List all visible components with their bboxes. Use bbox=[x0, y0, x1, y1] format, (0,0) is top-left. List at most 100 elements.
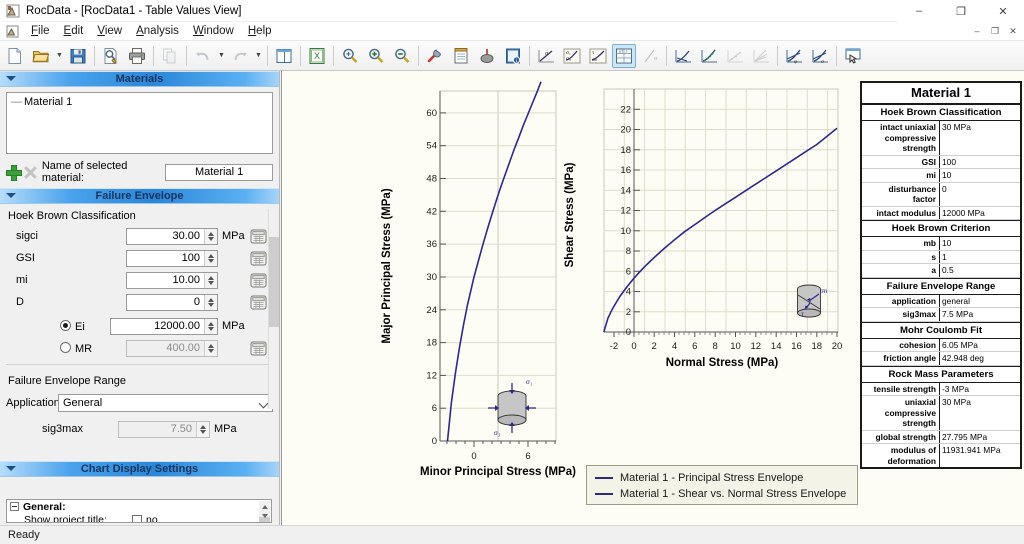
failure-envelope-panel-header[interactable]: Failure Envelope bbox=[0, 188, 279, 204]
ei-radio[interactable] bbox=[60, 319, 71, 331]
svg-text:14: 14 bbox=[771, 341, 782, 352]
application-select[interactable]: General bbox=[58, 394, 273, 412]
sig3max-spinner[interactable] bbox=[196, 421, 209, 437]
weight-icon[interactable] bbox=[475, 44, 499, 68]
mr-radio-wrap[interactable]: MR bbox=[8, 341, 126, 355]
field-sig3max: sig3max 7.50 MPa bbox=[0, 419, 279, 439]
linear-fit-icon[interactable] bbox=[749, 44, 773, 68]
copy-icon[interactable] bbox=[158, 44, 182, 68]
mdi-restore-button[interactable]: ❐ bbox=[986, 23, 1004, 39]
svg-text:12: 12 bbox=[751, 341, 762, 352]
ei-spinner[interactable] bbox=[204, 318, 217, 334]
zoom-out-icon[interactable] bbox=[390, 44, 414, 68]
tree-item-material-1[interactable]: — Material 1 bbox=[11, 96, 268, 108]
open-folder-dropdown-icon[interactable]: ▼ bbox=[54, 44, 65, 68]
d-calculator-icon[interactable] bbox=[250, 295, 267, 310]
new-file-icon[interactable] bbox=[3, 44, 27, 68]
gsi-spinner[interactable] bbox=[204, 250, 217, 266]
row-key: tensile strength bbox=[862, 382, 940, 395]
settings-group-general[interactable]: General: bbox=[7, 500, 271, 513]
menu-window[interactable]: Window bbox=[186, 24, 241, 38]
tangent-phi-icon[interactable]: φ bbox=[782, 44, 806, 68]
mi-calculator-icon[interactable] bbox=[250, 273, 267, 288]
project-settings-icon[interactable] bbox=[423, 44, 447, 68]
mdi-close-button[interactable]: ✕ bbox=[1004, 23, 1022, 39]
mi-spinner[interactable] bbox=[204, 272, 217, 288]
scroll-down-arrow-icon[interactable] bbox=[259, 510, 270, 521]
svg-text:σ₃: σ₃ bbox=[494, 428, 501, 437]
material-name-input[interactable]: Material 1 bbox=[165, 163, 273, 181]
sigma-plot-icon[interactable]: σ bbox=[534, 44, 558, 68]
menu-analysis[interactable]: Analysis bbox=[129, 24, 186, 38]
collapse-caret-icon[interactable] bbox=[6, 466, 16, 471]
excel-export-icon[interactable]: X bbox=[305, 44, 329, 68]
undo-icon[interactable] bbox=[191, 44, 215, 68]
ei-input[interactable]: 12000.00 bbox=[110, 317, 218, 335]
mr-calculator-icon[interactable] bbox=[250, 341, 267, 356]
scrollbar-thumb[interactable] bbox=[269, 237, 279, 327]
menu-view[interactable]: View bbox=[90, 24, 129, 38]
info-viewer-icon[interactable]: i bbox=[501, 44, 525, 68]
ei-radio-wrap[interactable]: Ei bbox=[8, 319, 126, 333]
sig1-sig3-icon[interactable]: σ₁ σ₃ bbox=[560, 44, 584, 68]
undo-dropdown-icon[interactable]: ▼ bbox=[216, 44, 227, 68]
svg-text:20: 20 bbox=[620, 125, 631, 136]
normalized-plot-icon[interactable]: σ bbox=[638, 44, 662, 68]
mouse-tool-icon[interactable] bbox=[841, 44, 865, 68]
gsi-input[interactable]: 100 bbox=[126, 249, 218, 267]
expander-icon[interactable] bbox=[10, 502, 19, 511]
table-values-view-icon[interactable]: σ1 τ bbox=[612, 43, 636, 68]
envelope-curve-icon[interactable] bbox=[671, 44, 695, 68]
menu-edit[interactable]: Edit bbox=[57, 24, 91, 38]
mdi-minimize-button[interactable]: – bbox=[968, 23, 986, 39]
d-input[interactable]: 0 bbox=[126, 293, 218, 311]
dual-envelope-icon[interactable] bbox=[697, 44, 721, 68]
add-material-button[interactable] bbox=[6, 165, 23, 181]
minimize-button[interactable]: – bbox=[898, 0, 940, 22]
sigci-spinner[interactable] bbox=[204, 228, 217, 244]
open-folder-icon[interactable] bbox=[29, 44, 53, 68]
scatter-data-icon[interactable] bbox=[723, 44, 747, 68]
legend-entry-principal-stress: Material 1 - Principal Stress Envelope bbox=[595, 470, 849, 486]
show-project-title-checkbox[interactable] bbox=[132, 514, 142, 522]
collapse-caret-icon[interactable] bbox=[6, 76, 16, 81]
materials-panel-header[interactable]: Materials bbox=[0, 71, 279, 87]
zoom-all-icon[interactable] bbox=[338, 44, 362, 68]
redo-dropdown-icon[interactable]: ▼ bbox=[253, 44, 264, 68]
left-panel-scrollbar[interactable] bbox=[268, 209, 279, 409]
d-spinner[interactable] bbox=[204, 294, 217, 310]
ei-value: 12000.00 bbox=[154, 320, 200, 332]
menu-help[interactable]: Help bbox=[241, 24, 279, 38]
svg-text:36: 36 bbox=[426, 239, 437, 250]
print-preview-icon[interactable] bbox=[99, 44, 123, 68]
zoom-in-icon[interactable] bbox=[364, 44, 388, 68]
chart-display-settings-header[interactable]: Chart Display Settings bbox=[0, 461, 279, 477]
save-disk-icon[interactable] bbox=[66, 44, 90, 68]
mr-spinner[interactable] bbox=[204, 340, 217, 356]
gsi-calculator-icon[interactable] bbox=[250, 251, 267, 266]
maximize-button[interactable]: ❐ bbox=[940, 0, 982, 22]
mr-input[interactable]: 400.00 bbox=[126, 339, 218, 357]
sigci-input[interactable]: 30.00 bbox=[126, 227, 218, 245]
redo-icon[interactable] bbox=[228, 44, 252, 68]
svg-text:4: 4 bbox=[672, 341, 677, 352]
toolbar-separator bbox=[267, 45, 268, 66]
collapse-caret-icon[interactable] bbox=[6, 193, 16, 198]
settings-scrollbar[interactable] bbox=[259, 501, 270, 522]
tile-windows-icon[interactable] bbox=[272, 44, 296, 68]
row-key: disturbance factor bbox=[862, 182, 940, 206]
sig3max-input[interactable]: 7.50 bbox=[118, 420, 210, 438]
sigci-calculator-icon[interactable] bbox=[250, 229, 267, 244]
tau-sign-icon[interactable]: τ σₙ bbox=[586, 44, 610, 68]
materials-tree[interactable]: — Material 1 bbox=[6, 92, 273, 154]
notes-icon[interactable] bbox=[449, 44, 473, 68]
chart-display-settings-grid[interactable]: General: Show project title: no Project … bbox=[6, 499, 272, 523]
delete-material-button[interactable] bbox=[24, 166, 35, 179]
mr-radio[interactable] bbox=[60, 341, 71, 353]
print-icon[interactable] bbox=[125, 44, 149, 68]
tangent-sigma-icon[interactable]: σ bbox=[808, 44, 832, 68]
close-button[interactable]: ✕ bbox=[982, 0, 1024, 22]
menu-file[interactable]: FFileile bbox=[24, 24, 57, 38]
mi-input[interactable]: 10.00 bbox=[126, 271, 218, 289]
shear-normal-chart[interactable]: 0 2 4 6 8 10 12 14 16 18 20 22 -2 0 2 4 … bbox=[557, 75, 867, 375]
